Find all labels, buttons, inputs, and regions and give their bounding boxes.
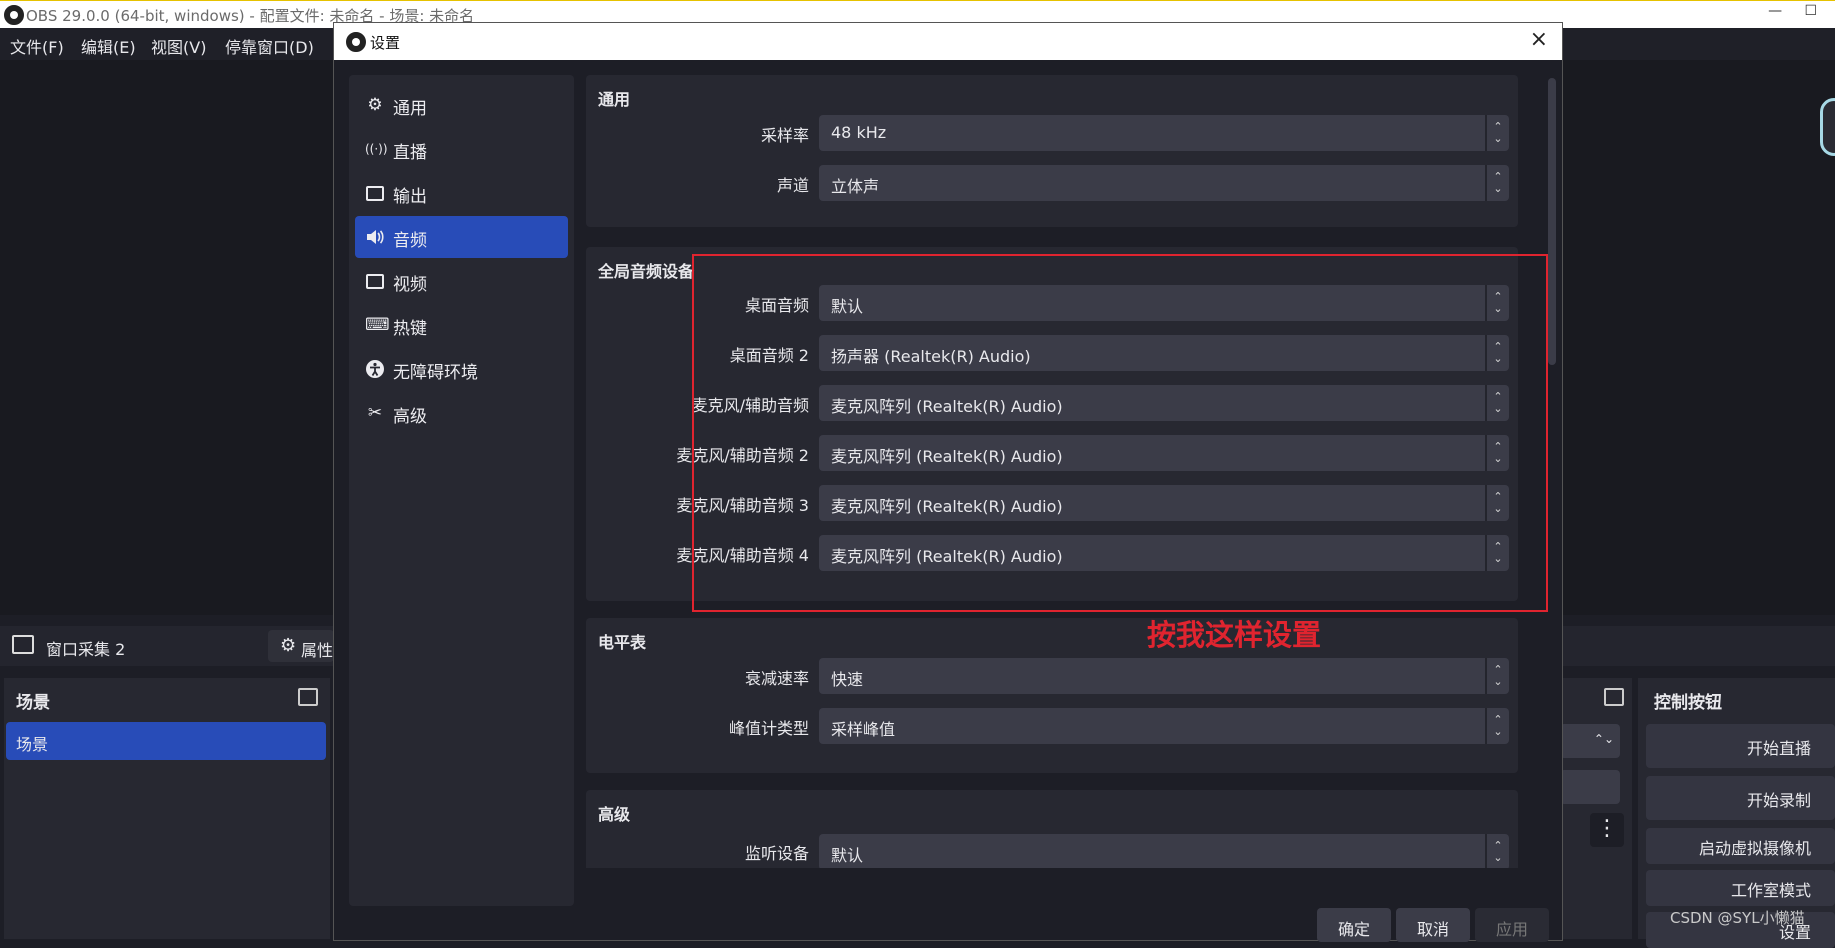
sidebar-item-general[interactable]: ⚙ 通用	[355, 84, 568, 126]
mixer-combo[interactable]: ⌃⌄	[1560, 724, 1620, 758]
tools-icon: ✂	[367, 403, 383, 423]
sidebar-item-audio[interactable]: 音频	[355, 216, 568, 258]
group-title: 高级	[598, 805, 631, 824]
sidebar-item-stream[interactable]: ((·)) 直播	[355, 128, 568, 170]
group-title: 全局音频设备	[598, 262, 695, 281]
properties-label: 属性	[301, 641, 334, 660]
audio-mixer-dock: ⌃⌄ ⋮	[1560, 678, 1632, 939]
sidebar-item-output[interactable]: 输出	[355, 172, 568, 214]
start-recording-button[interactable]: 开始录制	[1646, 776, 1835, 820]
dialog-button-row: 确定 取消 应用	[334, 908, 1562, 942]
more-options-icon[interactable]: ⋮	[1590, 813, 1624, 847]
window-capture-icon	[12, 635, 34, 654]
sidebar-item-advanced[interactable]: ✂ 高级	[355, 392, 568, 434]
selected-source-name: 窗口采集 2	[46, 640, 126, 659]
peak-meter-type-select[interactable]: 采样峰值 ⌃ ⌄	[819, 708, 1509, 744]
sidebar-item-video[interactable]: 视频	[355, 260, 568, 302]
accessibility-icon	[365, 359, 385, 379]
ok-button[interactable]: 确定	[1317, 908, 1391, 942]
minimize-icon[interactable]: —	[1768, 3, 1782, 19]
sidebar-item-hotkeys[interactable]: ⌨ 热键	[355, 304, 568, 346]
settings-sidebar: ⚙ 通用 ((·)) 直播 输出 音频 视频 ⌨ 热键 无障碍环境 ✂ 高级	[349, 75, 574, 906]
gear-icon: ⚙	[367, 95, 383, 115]
monitor-icon	[365, 271, 385, 291]
scene-dock: 场景 场景	[4, 678, 330, 939]
undock-icon[interactable]	[298, 688, 318, 706]
sidebar-item-accessibility[interactable]: 无障碍环境	[355, 348, 568, 390]
antenna-icon: ((·))	[365, 142, 388, 156]
combo-arrow-icon: ⌃⌄	[1485, 708, 1509, 744]
scene-dock-title: 场景	[16, 693, 50, 713]
settings-title: 设置	[370, 34, 401, 52]
combo-arrow-icon: ⌃⌄	[1485, 115, 1509, 151]
combo-arrow-icon: ⌃⌄	[1485, 165, 1509, 201]
sample-rate-select[interactable]: 48 kHz ⌃ ⌄	[819, 115, 1509, 151]
preview-handle	[1820, 98, 1835, 156]
group-title: 通用	[598, 90, 631, 109]
watermark: CSDN @SYL小懒猫	[1670, 909, 1805, 927]
mixer-combo-2[interactable]	[1560, 770, 1620, 804]
annotation-highlight-box	[692, 254, 1548, 612]
menu-edit[interactable]: 编辑(E)	[81, 34, 136, 58]
undock-icon[interactable]	[1604, 688, 1624, 706]
decay-rate-label: 衰减速率	[744, 669, 809, 688]
menu-view[interactable]: 视图(V)	[151, 34, 206, 58]
scene-list-item[interactable]: 场景	[6, 722, 326, 760]
properties-button[interactable]: ⚙ 属性	[268, 630, 334, 662]
combo-arrow-icon: ⌃⌄	[1485, 834, 1509, 868]
monitoring-device-select[interactable]: 默认 ⌃ ⌄	[819, 834, 1509, 868]
sample-rate-label: 采样率	[760, 126, 809, 145]
channels-select[interactable]: 立体声 ⌃ ⌄	[819, 165, 1509, 201]
content-scrollbar[interactable]	[1548, 78, 1556, 365]
group-advanced: 高级 监听设备 默认 ⌃ ⌄	[586, 790, 1518, 868]
menu-docks[interactable]: 停靠窗口(D)	[225, 34, 314, 58]
controls-dock: 控制按钮 开始直播 开始录制 启动虚拟摄像机 工作室模式 设置	[1638, 678, 1835, 948]
menu-file[interactable]: 文件(F)	[10, 34, 64, 58]
decay-rate-select[interactable]: 快速 ⌃ ⌄	[819, 658, 1509, 694]
gear-icon: ⚙	[280, 635, 297, 656]
scene-item-label: 场景	[16, 735, 49, 754]
start-streaming-button[interactable]: 开始直播	[1646, 724, 1835, 768]
obs-logo-icon	[4, 5, 24, 25]
speaker-icon	[365, 227, 385, 247]
maximize-icon[interactable]: ☐	[1804, 3, 1817, 19]
controls-dock-title: 控制按钮	[1654, 693, 1722, 713]
annotation-note: 按我这样设置	[1147, 618, 1322, 652]
group-meters: 电平表 衰减速率 快速 ⌃ ⌄ 峰值计类型 采样峰值 ⌃ ⌄	[586, 618, 1518, 773]
monitoring-device-label: 监听设备	[744, 844, 809, 863]
group-title: 电平表	[598, 633, 647, 652]
cancel-button[interactable]: 取消	[1396, 908, 1470, 942]
close-icon[interactable]: ×	[1530, 27, 1548, 52]
peak-meter-type-label: 峰值计类型	[728, 719, 809, 738]
group-general: 通用 采样率 48 kHz ⌃ ⌄ 声道 立体声 ⌃ ⌄	[586, 75, 1518, 227]
combo-arrow-icon: ⌃⌄	[1485, 658, 1509, 694]
combo-arrow-icon: ⌃⌄	[1593, 732, 1614, 746]
apply-button[interactable]: 应用	[1475, 908, 1549, 942]
start-virtual-camera-button[interactable]: 启动虚拟摄像机	[1646, 828, 1835, 864]
channels-label: 声道	[776, 176, 809, 195]
settings-titlebar: 设置 ×	[334, 23, 1562, 60]
keyboard-icon: ⌨	[365, 315, 390, 335]
obs-logo-icon	[346, 32, 366, 52]
window-controls[interactable]: — ☐	[1768, 3, 1817, 19]
output-icon	[365, 183, 385, 203]
studio-mode-button[interactable]: 工作室模式	[1646, 870, 1835, 906]
